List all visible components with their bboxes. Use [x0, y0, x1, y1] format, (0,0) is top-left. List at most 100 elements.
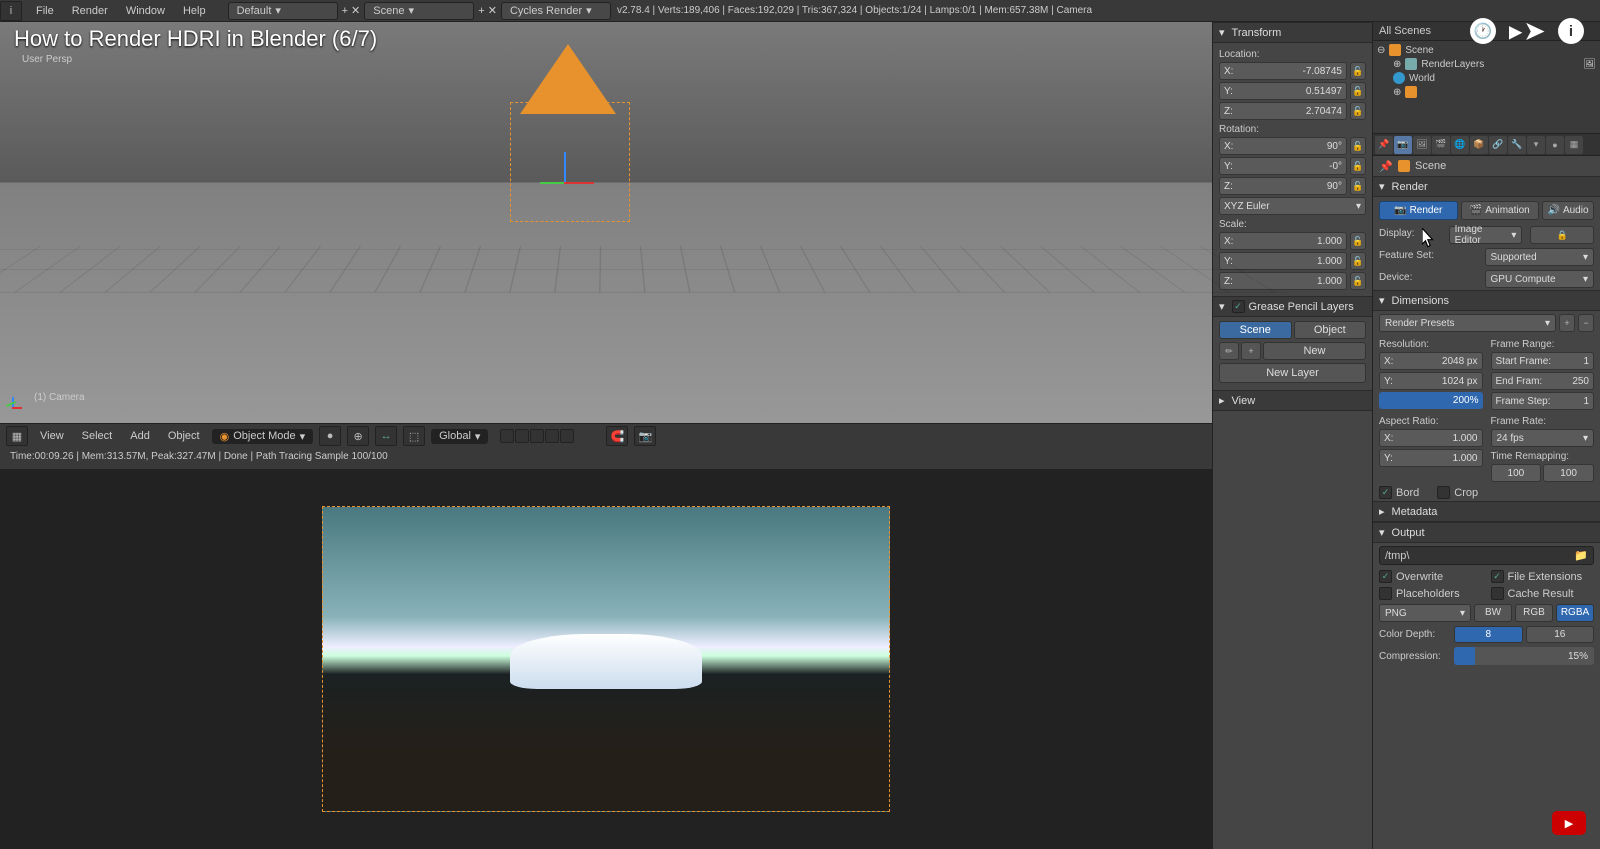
fileext-checkbox[interactable]: [1491, 570, 1504, 583]
layer-btn[interactable]: [500, 429, 514, 443]
layers-icon[interactable]: ⬚: [403, 426, 425, 446]
mode-dropdown[interactable]: ◉ Object Mode ▾: [212, 429, 314, 444]
frame-step-field[interactable]: Frame Step:1: [1491, 392, 1595, 410]
metadata-header[interactable]: Metadata: [1373, 501, 1600, 522]
rot-x-field[interactable]: X:90°: [1219, 137, 1347, 155]
render-preview-icon[interactable]: 📷: [634, 426, 656, 446]
lock-icon[interactable]: 🔓: [1350, 157, 1366, 175]
pivot-icon[interactable]: ⊕: [347, 426, 369, 446]
gp-panel-header[interactable]: Grease Pencil Layers: [1213, 296, 1372, 317]
res-y-field[interactable]: Y:1024 px: [1379, 372, 1483, 390]
aspect-y-field[interactable]: Y:1.000: [1379, 449, 1483, 467]
bw-button[interactable]: BW: [1474, 604, 1512, 622]
cache-checkbox[interactable]: [1491, 587, 1504, 600]
res-percent-slider[interactable]: 200%: [1379, 392, 1483, 409]
animation-button[interactable]: 🎬Animation: [1461, 201, 1540, 220]
outliner-world[interactable]: World: [1377, 71, 1596, 85]
tab-scene-icon[interactable]: 🎬: [1432, 136, 1450, 154]
layer-btn[interactable]: [545, 429, 559, 443]
gp-new-button[interactable]: New: [1263, 342, 1366, 360]
lock-icon[interactable]: 🔓: [1350, 272, 1366, 290]
share-icon[interactable]: ➤: [1514, 18, 1540, 44]
gp-checkbox[interactable]: [1232, 300, 1245, 313]
tab-data-icon[interactable]: ▾: [1527, 136, 1545, 154]
display-dropdown[interactable]: Image Editor▾: [1449, 226, 1523, 244]
tab-render-icon[interactable]: 📷: [1394, 136, 1412, 154]
screen-layout-dropdown[interactable]: Default▾: [228, 2, 338, 20]
loc-x-field[interactable]: X:-7.08745: [1219, 62, 1347, 80]
scale-x-field[interactable]: X:1.000: [1219, 232, 1347, 250]
loc-y-field[interactable]: Y:0.51497: [1219, 82, 1347, 100]
view-panel-header[interactable]: View: [1213, 390, 1372, 411]
tab-texture-icon[interactable]: ▦: [1565, 136, 1583, 154]
device-dropdown[interactable]: GPU Compute▾: [1485, 270, 1595, 288]
gp-object-tab[interactable]: Object: [1294, 321, 1367, 339]
rot-mode-dropdown[interactable]: XYZ Euler▾: [1219, 197, 1366, 215]
timeremap-old-field[interactable]: 100: [1491, 464, 1542, 482]
manipulator-icon[interactable]: ↔: [375, 426, 397, 446]
rot-z-field[interactable]: Z:90°: [1219, 177, 1347, 195]
lock-icon[interactable]: 🔓: [1350, 252, 1366, 270]
add-menu[interactable]: Add: [124, 428, 156, 444]
preset-remove-icon[interactable]: −: [1578, 314, 1594, 332]
loc-z-field[interactable]: Z:2.70474: [1219, 102, 1347, 120]
render-presets-dropdown[interactable]: Render Presets▾: [1379, 314, 1556, 332]
rgba-button[interactable]: RGBA: [1556, 604, 1594, 622]
border-checkbox[interactable]: [1379, 486, 1392, 499]
audio-button[interactable]: 🔊Audio: [1542, 201, 1594, 220]
menu-file[interactable]: File: [28, 3, 62, 19]
compression-slider[interactable]: 15%: [1454, 647, 1594, 665]
layer-btn[interactable]: [560, 429, 574, 443]
snap-icon[interactable]: 🧲: [606, 426, 628, 446]
watch-later-icon[interactable]: 🕐: [1470, 18, 1496, 44]
tab-constraint-icon[interactable]: 🔗: [1489, 136, 1507, 154]
orientation-dropdown[interactable]: Global▾: [431, 429, 488, 444]
lock-icon[interactable]: 🔓: [1350, 62, 1366, 80]
image-editor[interactable]: [0, 469, 1212, 849]
tab-world-icon[interactable]: 🌐: [1451, 136, 1469, 154]
output-path-field[interactable]: /tmp\📁: [1379, 546, 1594, 565]
lock-icon[interactable]: 🔓: [1350, 102, 1366, 120]
res-x-field[interactable]: X:2048 px: [1379, 352, 1483, 370]
depth8-button[interactable]: 8: [1454, 626, 1523, 643]
shading-icon[interactable]: ●: [319, 426, 341, 446]
lock-icon[interactable]: 🔓: [1350, 177, 1366, 195]
rgb-button[interactable]: RGB: [1515, 604, 1553, 622]
transform-panel-header[interactable]: Transform: [1213, 22, 1372, 43]
start-frame-field[interactable]: Start Frame:1: [1491, 352, 1595, 370]
editor-type-3d-icon[interactable]: ▦: [6, 426, 28, 446]
info-icon[interactable]: i: [1558, 18, 1584, 44]
outliner-item[interactable]: ⊕: [1377, 85, 1596, 99]
timeremap-new-field[interactable]: 100: [1543, 464, 1594, 482]
object-menu[interactable]: Object: [162, 428, 206, 444]
overwrite-checkbox[interactable]: [1379, 570, 1392, 583]
rot-y-field[interactable]: Y:-0°: [1219, 157, 1347, 175]
featureset-dropdown[interactable]: Supported▾: [1485, 248, 1595, 266]
view-menu[interactable]: View: [34, 428, 70, 444]
file-format-dropdown[interactable]: PNG▾: [1379, 604, 1471, 622]
lock-ui-icon[interactable]: 🔒: [1530, 226, 1594, 244]
pin-icon[interactable]: 📌: [1379, 159, 1393, 173]
depth16-button[interactable]: 16: [1526, 626, 1595, 643]
gp-scene-tab[interactable]: Scene: [1219, 321, 1292, 339]
aspect-x-field[interactable]: X:1.000: [1379, 429, 1483, 447]
add-gp-icon[interactable]: +: [1241, 342, 1261, 360]
lock-icon[interactable]: 🔓: [1350, 82, 1366, 100]
dimensions-header[interactable]: Dimensions: [1373, 290, 1600, 311]
viewport-3d[interactable]: How to Render HDRI in Blender (6/7) User…: [0, 22, 1212, 423]
tab-pin-icon[interactable]: 📌: [1375, 136, 1393, 154]
menu-window[interactable]: Window: [118, 3, 173, 19]
tab-material-icon[interactable]: ●: [1546, 136, 1564, 154]
gp-newlayer-button[interactable]: New Layer: [1219, 363, 1366, 383]
render-engine-dropdown[interactable]: Cycles Render▾: [501, 2, 611, 20]
layer-btn[interactable]: [515, 429, 529, 443]
tab-object-icon[interactable]: 📦: [1470, 136, 1488, 154]
menu-help[interactable]: Help: [175, 3, 214, 19]
lock-icon[interactable]: 🔓: [1350, 137, 1366, 155]
preset-add-icon[interactable]: +: [1559, 314, 1575, 332]
pencil-icon[interactable]: ✏: [1219, 342, 1239, 360]
outliner-renderlayers[interactable]: ⊕RenderLayers🖼: [1377, 57, 1596, 71]
menu-render[interactable]: Render: [64, 3, 116, 19]
folder-icon[interactable]: 📁: [1574, 549, 1588, 562]
scale-y-field[interactable]: Y:1.000: [1219, 252, 1347, 270]
